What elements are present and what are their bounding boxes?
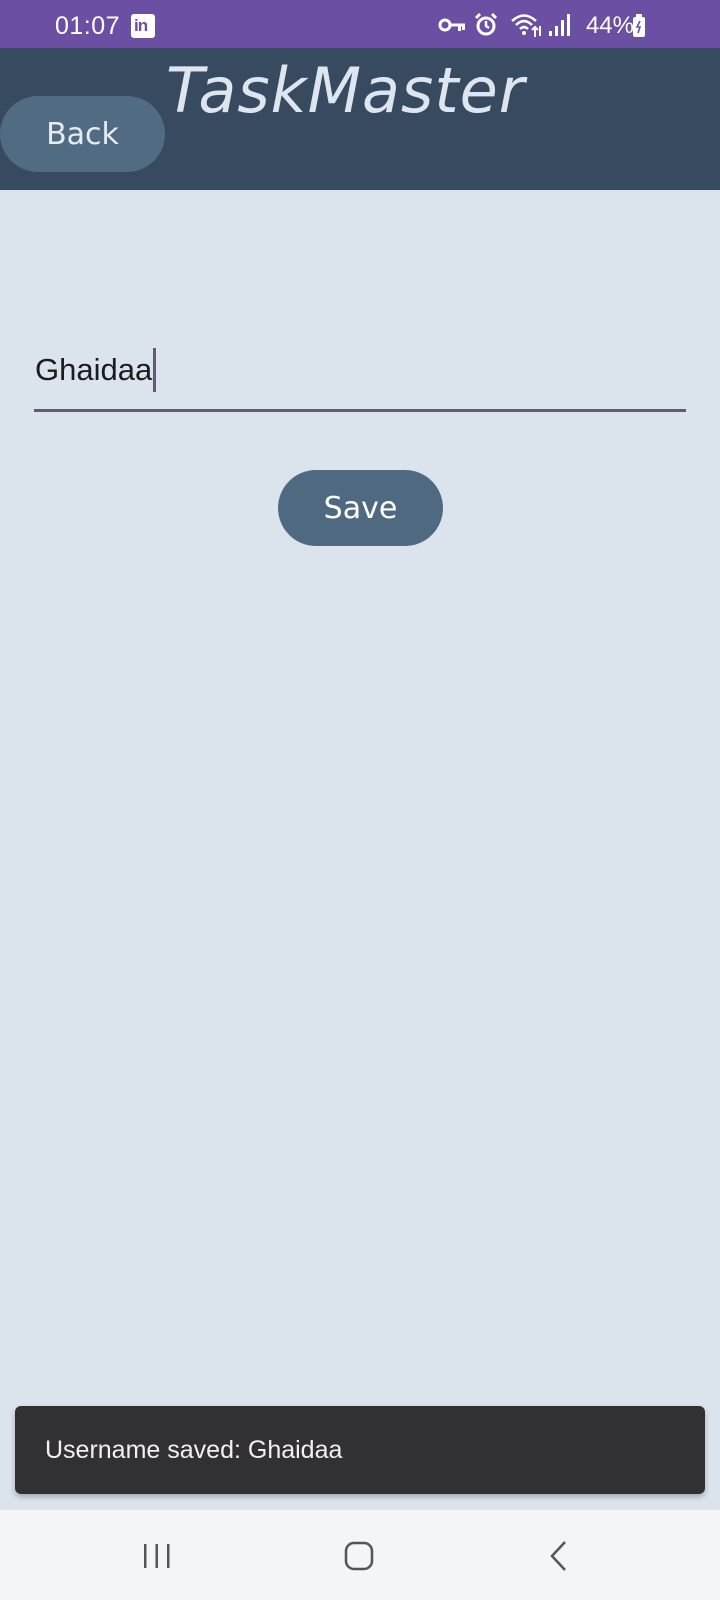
app-bar: TaskMaster Back xyxy=(0,48,720,190)
back-icon[interactable] xyxy=(537,1534,581,1578)
battery-level: 44% xyxy=(585,12,634,39)
text-cursor xyxy=(153,348,157,392)
battery-icon xyxy=(632,14,646,38)
app-title: TaskMaster xyxy=(166,54,526,127)
linkedin-icon-text: in xyxy=(134,16,148,35)
signal-icon xyxy=(548,12,570,38)
save-button[interactable]: Save xyxy=(278,470,443,546)
snackbar-message: Username saved: Ghaidaa xyxy=(45,1435,343,1464)
navigation-bar xyxy=(0,1510,720,1600)
home-icon[interactable] xyxy=(337,1534,381,1578)
key-icon xyxy=(438,18,466,32)
recents-icon[interactable] xyxy=(135,1534,179,1578)
back-button[interactable]: Back xyxy=(0,96,165,172)
linkedin-icon: in xyxy=(131,14,155,38)
wifi-icon xyxy=(510,12,542,38)
status-bar: 01:07 in 44% xyxy=(0,0,720,48)
alarm-icon xyxy=(474,12,498,38)
snackbar: Username saved: Ghaidaa xyxy=(15,1406,705,1494)
username-field[interactable]: Ghaidaa xyxy=(34,344,686,412)
username-value: Ghaidaa xyxy=(35,352,153,387)
status-time: 01:07 xyxy=(55,12,121,40)
